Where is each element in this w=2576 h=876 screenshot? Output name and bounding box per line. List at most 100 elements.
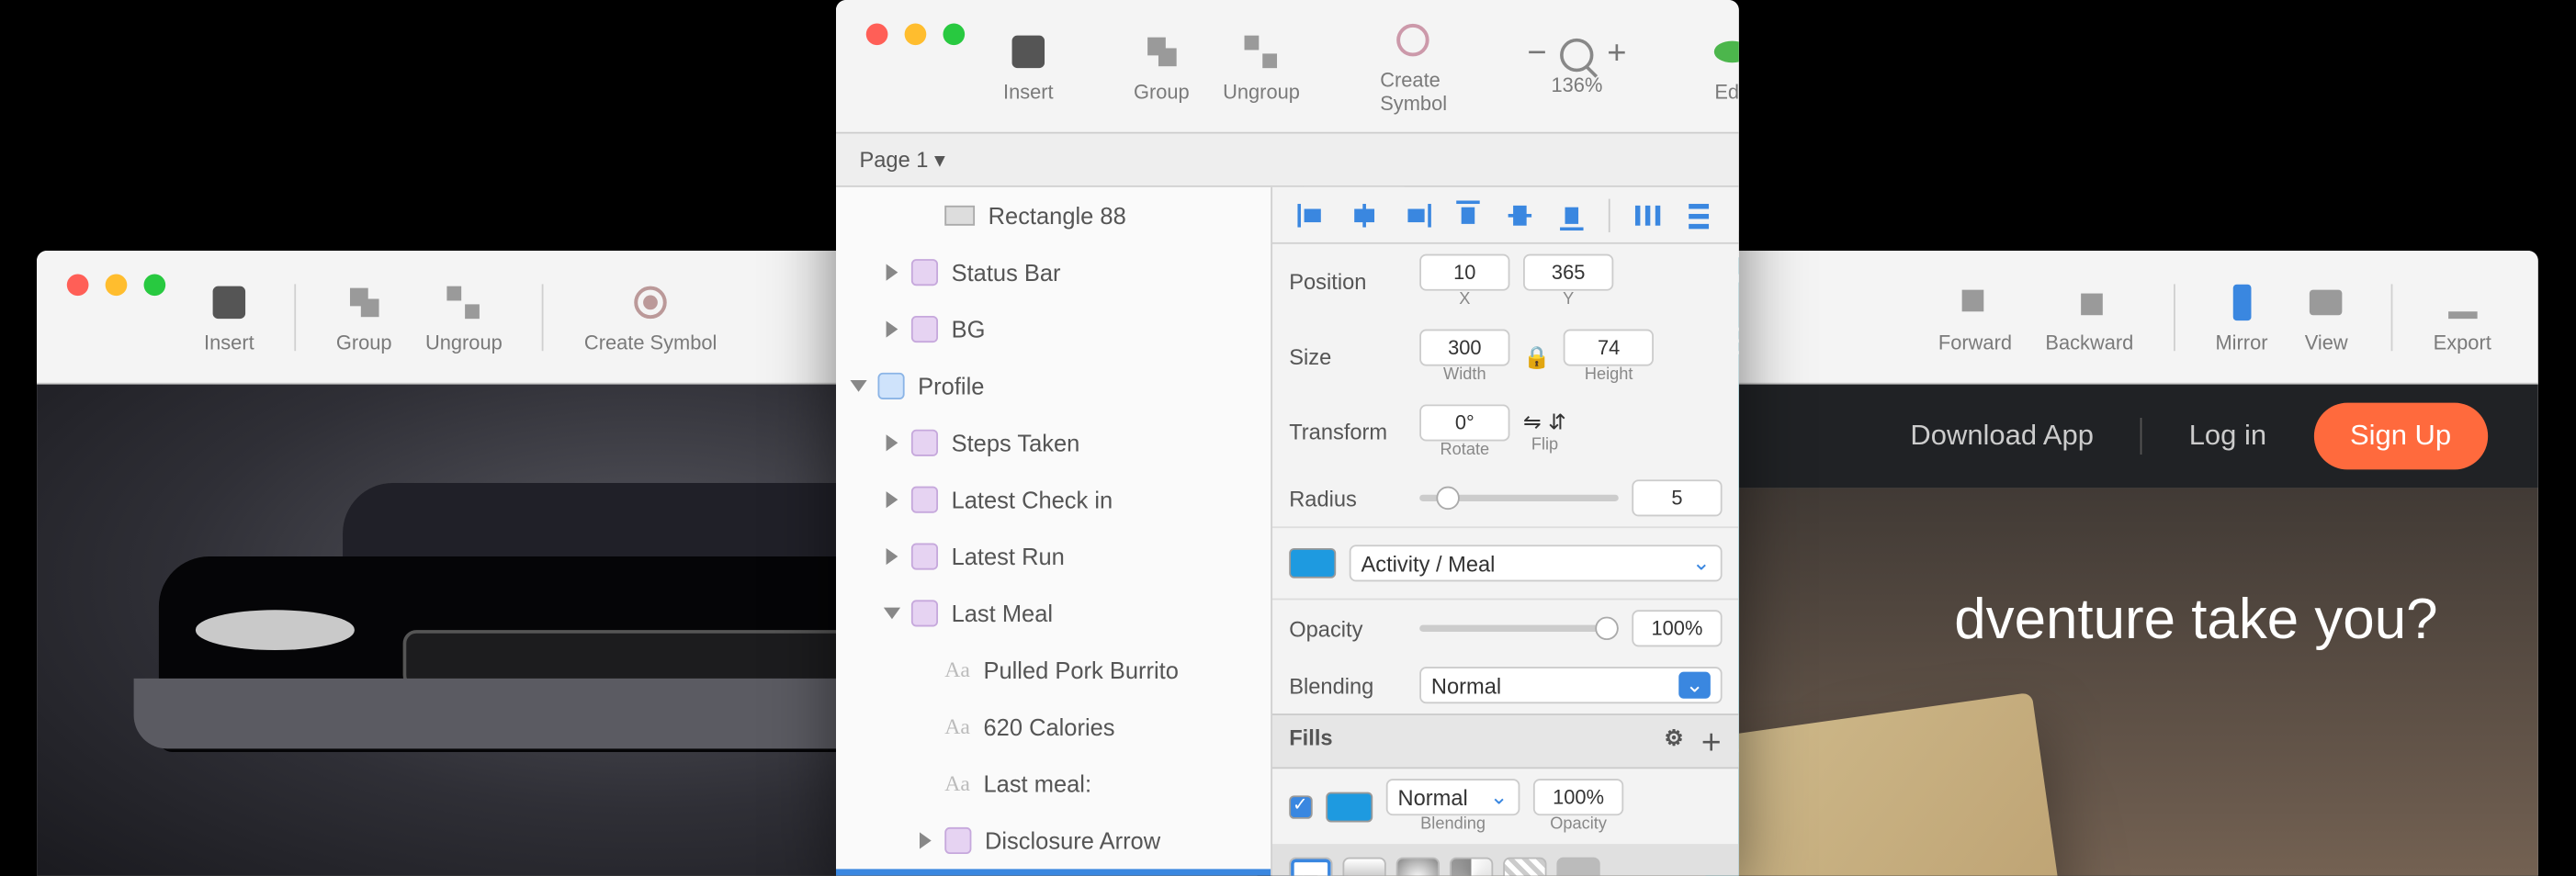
h-input[interactable]: 74 [1564,330,1654,366]
signup-button[interactable]: Sign Up [2313,403,2488,470]
edit-button[interactable]: Edit [1707,29,1739,103]
layer-label: Pulled Pork Burrito [983,657,1178,683]
fill-noise-icon[interactable] [1556,858,1599,876]
fill-type-tabs[interactable] [1272,844,1739,876]
add-icon[interactable]: ＋ [1700,725,1723,758]
layer-label: Last Meal [952,600,1053,626]
disclosure-triangle-icon[interactable] [887,434,898,451]
lock-icon[interactable]: 🔒 [1523,343,1550,370]
layer-label: Last meal: [983,770,1091,797]
opacity-input[interactable]: 100% [1632,610,1722,646]
fill-pattern-icon[interactable] [1503,858,1546,876]
folder-icon [911,316,938,343]
flip-v-icon[interactable]: ⇵ [1548,410,1566,436]
layer-label: Rectangle 88 [989,202,1126,229]
fill-angular-icon[interactable] [1450,858,1493,876]
forward-button[interactable]: Forward [1938,280,2012,354]
traffic-lights[interactable] [67,274,165,296]
layer-label: 620 Calories [983,713,1114,740]
zoom-control[interactable]: −+136% [1527,35,1626,96]
disclosure-triangle-icon[interactable] [850,380,866,392]
folder-icon [911,430,938,456]
radius-input[interactable]: 5 [1632,479,1722,516]
fill-flat-icon[interactable] [1289,858,1332,876]
layer-row[interactable]: Shape [836,869,1303,875]
flip-h-icon[interactable]: ⇋ [1523,410,1542,436]
insert-button[interactable]: Insert [1003,29,1054,103]
disclosure-triangle-icon[interactable] [884,608,900,620]
disclosure-triangle-icon[interactable] [887,491,898,508]
blending-select[interactable]: Normal⌄ [1419,667,1722,703]
view-button[interactable]: View [2301,280,2352,354]
layer-label: Disclosure Arrow [985,827,1160,854]
radius-slider[interactable] [1419,495,1619,501]
download-link[interactable]: Download App [1910,420,2094,453]
layer-row[interactable]: Status Bar [836,244,1303,301]
fill-opacity-input[interactable]: 100% [1533,779,1623,815]
ungroup-button[interactable]: Ungroup [425,280,503,354]
layers-panel: Rectangle 88 Status Bar BG Profile Steps Tak… [836,187,1305,876]
magnifier-icon [1560,38,1593,71]
sketch-window-main: Insert Group Ungroup Create Symbol −+136… [836,0,1739,876]
export-button[interactable]: Export [2434,280,2491,354]
backward-button[interactable]: Backward [2045,280,2133,354]
folder-icon [911,259,938,286]
folder-icon [878,373,905,399]
folder-icon [944,827,971,854]
layer-label: Profile [918,373,984,399]
folder-icon [911,600,938,626]
hero-headline: dventure take you? [1954,589,2437,654]
layer-label: Latest Check in [952,487,1113,513]
disclosure-triangle-icon[interactable] [920,832,932,848]
layer-row[interactable]: Latest Run [836,528,1303,585]
ungroup-button[interactable]: Ungroup [1223,29,1300,103]
layer-row[interactable]: Rectangle 88 [836,187,1303,244]
text-layer-icon: Aa [944,770,970,797]
layer-name-select[interactable]: Activity / Meal⌄ [1350,545,1723,581]
create-symbol-button[interactable]: Create Symbol [1380,17,1447,115]
layer-swatch [1289,548,1336,578]
layer-row[interactable]: Steps Taken [836,414,1303,471]
disclosure-triangle-icon[interactable] [887,320,898,337]
opacity-slider[interactable] [1419,625,1619,632]
layer-row[interactable]: Aa Pulled Pork Burrito [836,642,1303,699]
fill-enabled-checkbox[interactable] [1289,794,1312,817]
layer-row[interactable]: Profile [836,357,1303,414]
rotate-input[interactable]: 0° [1419,404,1509,441]
w-input[interactable]: 300 [1419,330,1509,366]
text-layer-icon: Aa [944,713,970,740]
layer-row[interactable]: BG [836,301,1303,358]
y-input[interactable]: 365 [1523,254,1613,291]
fill-radial-icon[interactable] [1396,858,1440,876]
group-button[interactable]: Group [1134,29,1190,103]
page-bar[interactable]: Page 1 ▾ [836,134,1739,187]
traffic-lights[interactable] [866,23,965,45]
text-layer-icon: Aa [944,657,970,683]
layer-label: BG [952,316,986,343]
layer-row[interactable]: Latest Check in [836,471,1303,528]
fill-blend-select[interactable]: Normal⌄ [1386,779,1520,815]
gear-icon[interactable]: ⚙ [1664,725,1683,758]
login-link[interactable]: Log in [2189,420,2266,453]
mirror-button[interactable]: Mirror [2215,280,2267,354]
fills-header: Fills⚙＋ [1272,713,1739,769]
folder-icon [911,544,938,570]
x-input[interactable]: 10 [1419,254,1509,291]
layer-row[interactable]: Aa Last meal: [836,756,1303,813]
align-controls[interactable] [1272,187,1739,244]
insert-button[interactable]: Insert [204,280,254,354]
layer-row[interactable]: Last Meal [836,585,1303,642]
disclosure-triangle-icon[interactable] [887,264,898,281]
disclosure-triangle-icon[interactable] [887,548,898,565]
layer-row[interactable]: Aa 620 Calories [836,699,1303,756]
create-symbol-button[interactable]: Create Symbol [584,280,717,354]
toolbar-main: Insert Group Ungroup Create Symbol −+136… [836,0,1739,134]
layer-label: Steps Taken [952,430,1080,456]
fill-linear-icon[interactable] [1342,858,1385,876]
fill-swatch[interactable] [1326,792,1373,822]
layer-label: Status Bar [952,259,1061,286]
layer-row[interactable]: Disclosure Arrow [836,813,1303,870]
group-button[interactable]: Group [336,280,392,354]
shape-layer-icon [944,206,975,226]
folder-icon [911,487,938,513]
